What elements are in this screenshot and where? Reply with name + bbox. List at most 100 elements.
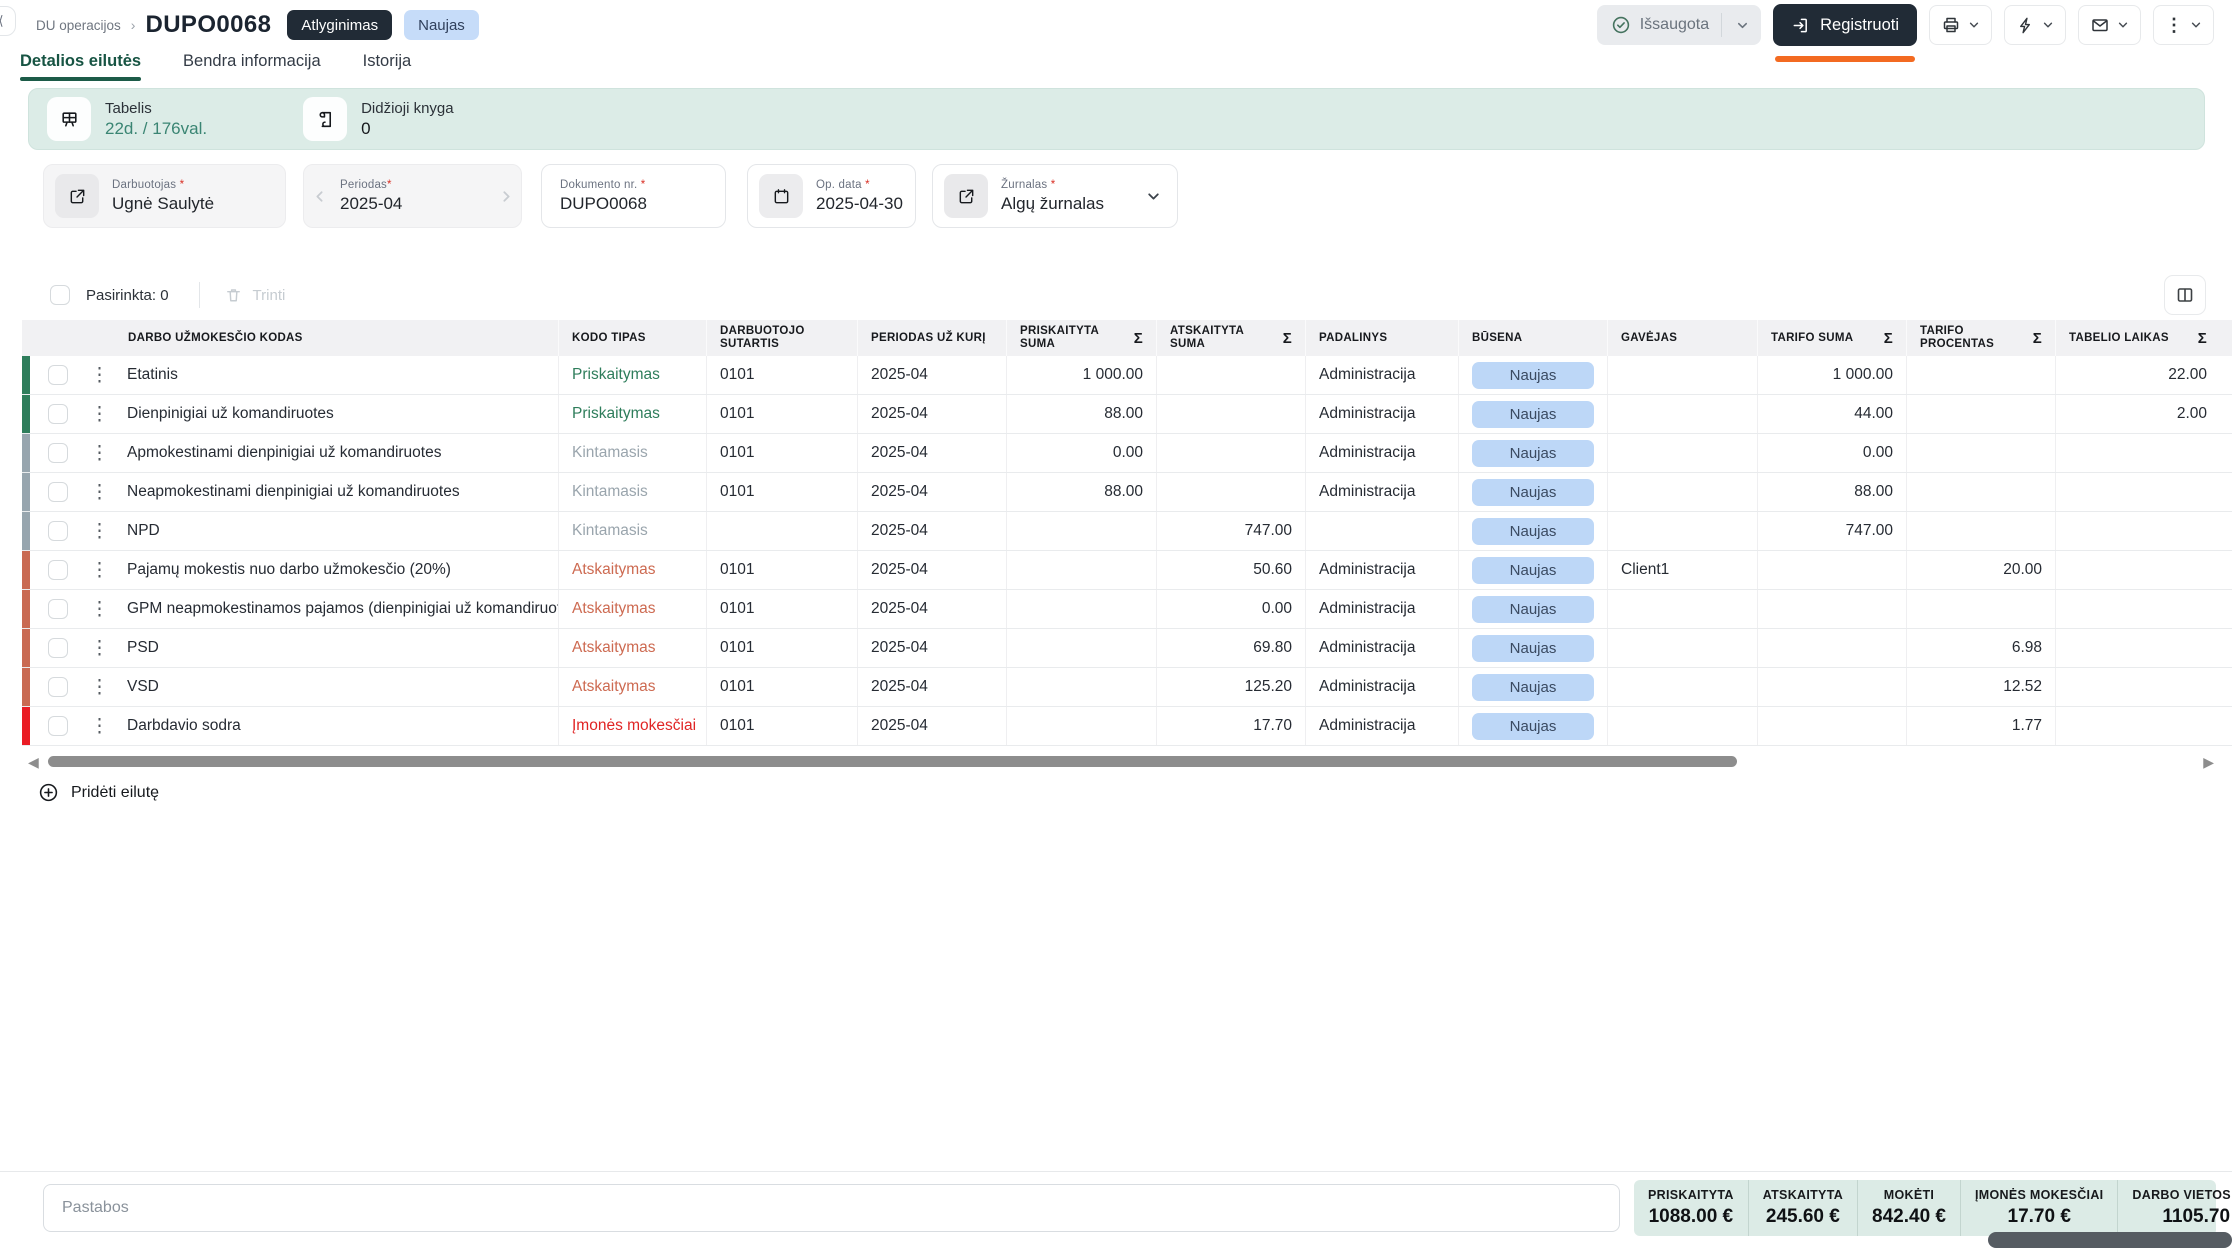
- tab-bendra-informacija[interactable]: Bendra informacija: [183, 52, 321, 81]
- email-button[interactable]: [2078, 5, 2141, 45]
- sigma-icon[interactable]: Σ: [1876, 332, 1893, 345]
- chevron-left-icon[interactable]: [304, 189, 334, 204]
- more-menu-button[interactable]: ⋮: [2153, 5, 2214, 45]
- chevron-down-icon: [1968, 19, 1980, 31]
- register-button[interactable]: Registruoti: [1773, 4, 1917, 46]
- actions-button[interactable]: [2004, 5, 2066, 45]
- journal-field[interactable]: Žurnalas * Algų žurnalas: [932, 164, 1178, 228]
- document-number-field[interactable]: Dokumento nr. * DUPO0068: [541, 164, 726, 228]
- chevron-right-icon[interactable]: [491, 189, 521, 204]
- row-deducted: [1157, 434, 1306, 472]
- delete-button[interactable]: Trinti: [224, 286, 286, 305]
- select-all-checkbox[interactable]: [50, 285, 70, 305]
- horizontal-scrollbar[interactable]: ◀ ▶: [0, 752, 2232, 772]
- calendar-icon[interactable]: [759, 174, 803, 218]
- header-deducted[interactable]: ATSKAITYTA SUMAΣ: [1157, 320, 1306, 356]
- sigma-icon[interactable]: Σ: [1275, 332, 1292, 345]
- header-period[interactable]: PERIODAS UŽ KURĮ: [858, 320, 1007, 356]
- row-type-indicator: [22, 356, 30, 394]
- required-mark: *: [387, 179, 392, 191]
- chevron-down-icon[interactable]: [1146, 189, 1161, 204]
- ledger-info-item[interactable]: Didžioji knyga 0: [303, 97, 454, 141]
- bottom-scrollbar-thumb[interactable]: [1988, 1232, 2232, 1248]
- employee-field[interactable]: Darbuotojas * Ugnė Saulytė: [43, 164, 286, 228]
- header-code-type[interactable]: KODO TIPAS: [559, 320, 707, 356]
- row-timesheet: [2056, 629, 2220, 667]
- row-menu-icon[interactable]: ⋮: [90, 600, 109, 619]
- tab-istorija[interactable]: Istorija: [363, 52, 412, 81]
- row-menu-icon[interactable]: ⋮: [90, 444, 109, 463]
- sigma-icon[interactable]: Σ: [2025, 332, 2042, 345]
- row-checkbox[interactable]: [48, 482, 68, 502]
- row-code-type: Įmonės mokesčiai: [572, 717, 696, 735]
- row-checkbox[interactable]: [48, 638, 68, 658]
- header-name[interactable]: DARBO UŽMOKESČIO KODAS: [22, 320, 559, 356]
- row-receiver: [1608, 356, 1758, 394]
- row-menu-icon[interactable]: ⋮: [90, 561, 109, 580]
- row-checkbox[interactable]: [48, 560, 68, 580]
- external-link-icon[interactable]: [944, 174, 988, 218]
- scrollbar-thumb[interactable]: [48, 756, 1737, 767]
- row-name: Neapmokestinami dienpinigiai už komandir…: [127, 483, 460, 501]
- row-checkbox[interactable]: [48, 404, 68, 424]
- header-tariff-pct[interactable]: TARIFO PROCENTASΣ: [1907, 320, 2056, 356]
- sigma-icon[interactable]: Σ: [2190, 332, 2207, 345]
- chevron-down-icon[interactable]: [1730, 19, 1755, 32]
- header-accrued[interactable]: PRISKAITYTA SUMAΣ: [1007, 320, 1157, 356]
- row-menu-icon[interactable]: ⋮: [90, 366, 109, 385]
- row-checkbox[interactable]: [48, 521, 68, 541]
- breadcrumb[interactable]: DU operacijos: [36, 18, 121, 33]
- row-tariff-pct: [1907, 434, 2056, 472]
- row-menu-icon[interactable]: ⋮: [90, 483, 109, 502]
- envelope-icon: [2090, 15, 2110, 35]
- row-menu-icon[interactable]: ⋮: [90, 405, 109, 424]
- tabelis-info-item[interactable]: Tabelis 22d. / 176val.: [47, 97, 207, 141]
- row-timesheet: [2056, 434, 2220, 472]
- header-tariff-sum[interactable]: TARIFO SUMAΣ: [1758, 320, 1907, 356]
- row-menu-icon[interactable]: ⋮: [90, 717, 109, 736]
- scroll-right-icon[interactable]: ▶: [2203, 754, 2214, 771]
- header-receiver[interactable]: GAVĖJAS: [1608, 320, 1758, 356]
- row-code-type: Atskaitymas: [572, 561, 656, 579]
- external-link-icon[interactable]: [55, 174, 99, 218]
- table-row[interactable]: ⋮ Neapmokestinami dienpinigiai už komandi…: [22, 473, 2232, 512]
- total-value: 17.70 €: [2008, 1206, 2071, 1228]
- row-checkbox[interactable]: [48, 599, 68, 619]
- operation-date-value: 2025-04-30: [816, 194, 903, 214]
- sigma-icon[interactable]: Σ: [1126, 332, 1143, 345]
- table-row[interactable]: ⋮PSD Atskaitymas 0101 2025-04 69.80 Admi…: [22, 629, 2232, 668]
- row-menu-icon[interactable]: ⋮: [90, 678, 109, 697]
- row-code-type: Atskaitymas: [572, 600, 656, 618]
- print-button[interactable]: [1929, 5, 1992, 45]
- header-status[interactable]: BŪSENA: [1459, 320, 1608, 356]
- table-row[interactable]: ⋮GPM neapmokestinamos pajamos (dienpinig…: [22, 590, 2232, 629]
- table-row[interactable]: ⋮Apmokestinami dienpinigiai už komandiru…: [22, 434, 2232, 473]
- row-checkbox[interactable]: [48, 716, 68, 736]
- notes-input[interactable]: [43, 1184, 1620, 1232]
- operation-date-field[interactable]: Op. data * 2025-04-30: [747, 164, 916, 228]
- header-department[interactable]: PADALINYS: [1306, 320, 1459, 356]
- row-menu-icon[interactable]: ⋮: [90, 639, 109, 658]
- tab-detalios-eilutes[interactable]: Detalios eilutės: [20, 52, 141, 81]
- row-checkbox[interactable]: [48, 443, 68, 463]
- row-receiver: [1608, 629, 1758, 667]
- table-row[interactable]: ⋮Pajamų mokestis nuo darbo užmokesčio (2…: [22, 551, 2232, 590]
- table-row[interactable]: ⋮Etatinis Priskaitymas 0101 2025-04 1 00…: [22, 356, 2232, 395]
- table-row[interactable]: ⋮Darbdavio sodra Įmonės mokesčiai 0101 2…: [22, 707, 2232, 746]
- table-row[interactable]: ⋮Dienpinigiai už komandiruotes Priskaity…: [22, 395, 2232, 434]
- table-row[interactable]: ⋮VSD Atskaitymas 0101 2025-04 125.20 Adm…: [22, 668, 2232, 707]
- add-row-button[interactable]: Pridėti eilutę: [38, 782, 159, 803]
- table-row[interactable]: ⋮NPD Kintamasis 2025-04 747.00 Naujas 74…: [22, 512, 2232, 551]
- header-contract[interactable]: DARBUOTOJO SUTARTIS: [707, 320, 858, 356]
- period-field[interactable]: Periodas* 2025-04: [303, 164, 522, 228]
- row-checkbox[interactable]: [48, 365, 68, 385]
- journal-value: Algų žurnalas: [1001, 194, 1104, 214]
- row-menu-icon[interactable]: ⋮: [90, 522, 109, 541]
- register-icon: [1791, 16, 1810, 35]
- saved-button[interactable]: Išsaugota: [1597, 5, 1761, 45]
- scroll-left-icon[interactable]: ◀: [28, 754, 39, 771]
- header-timesheet[interactable]: TABELIO LAIKASΣ: [2056, 320, 2220, 356]
- column-settings-button[interactable]: [2164, 275, 2206, 315]
- total-label: ĮMONĖS MOKESČIAI: [1975, 1188, 2103, 1202]
- row-checkbox[interactable]: [48, 677, 68, 697]
